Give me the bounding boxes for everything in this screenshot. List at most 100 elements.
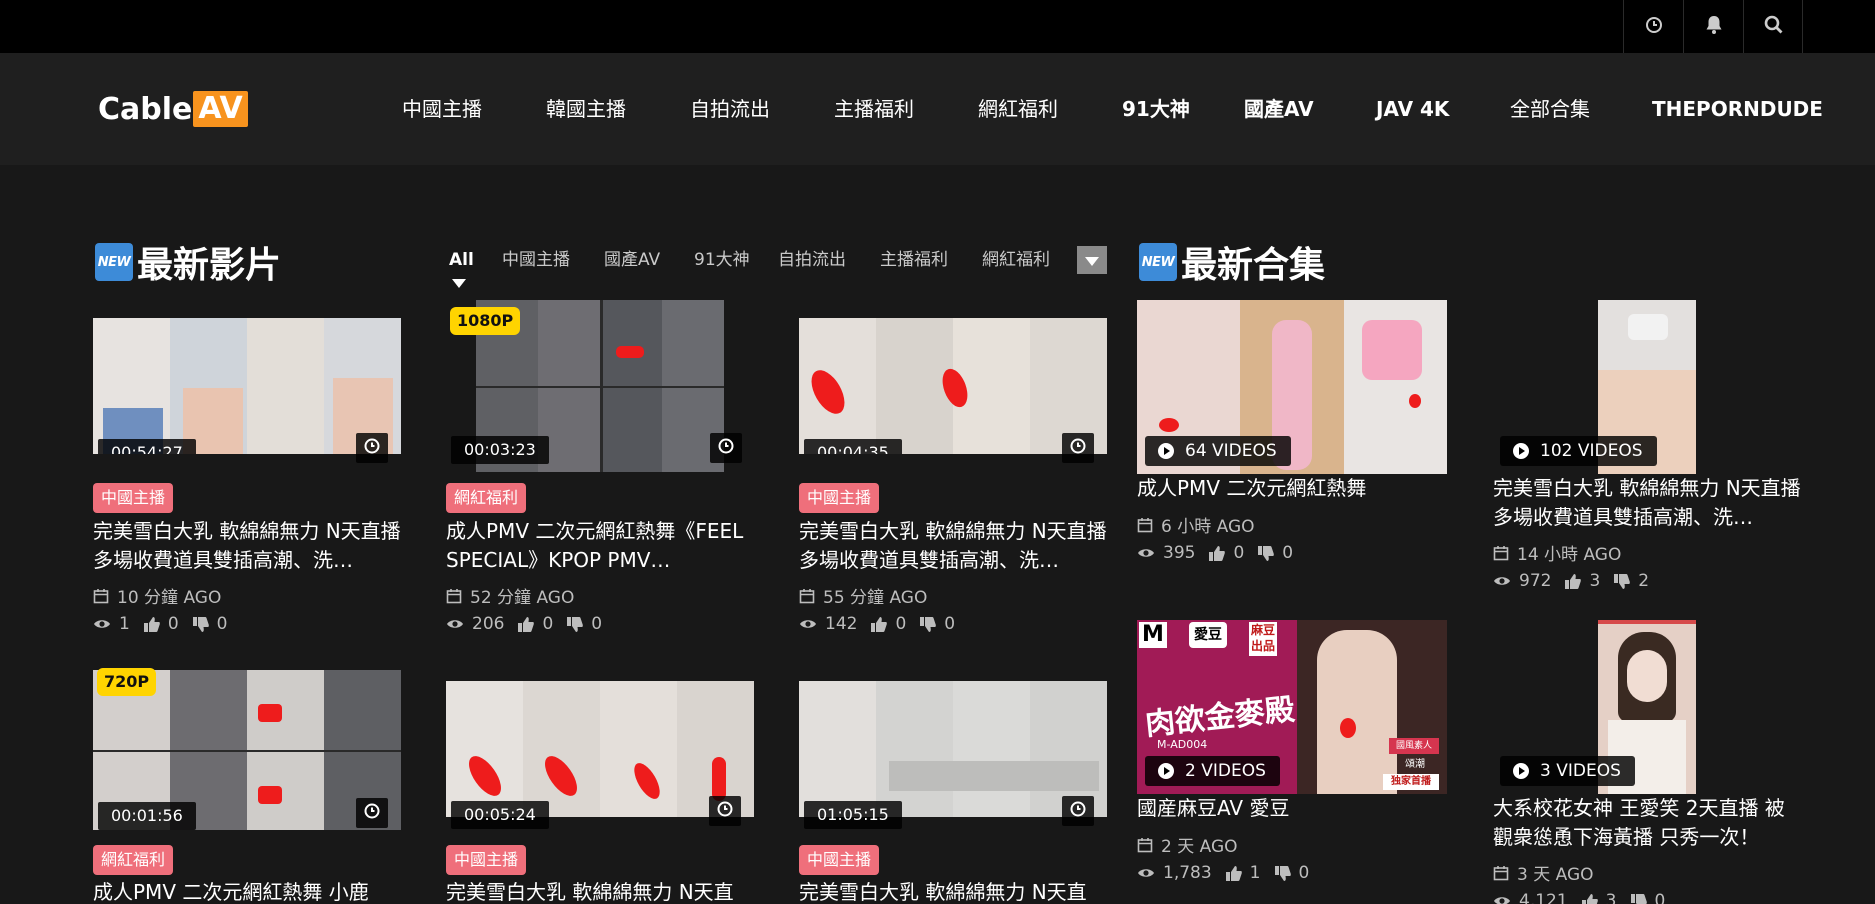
nav-item-all-collections[interactable]: 全部合集 bbox=[1510, 94, 1590, 124]
views-count: 1,783 bbox=[1163, 863, 1212, 883]
history-icon bbox=[1645, 16, 1663, 38]
video-count-badge: 102 VIDEOS bbox=[1500, 436, 1657, 466]
nav-item-influencer-welfare[interactable]: 網紅福利 bbox=[978, 94, 1058, 124]
tab-domestic-av[interactable]: 國產AV bbox=[604, 248, 660, 272]
thumbs-up-icon[interactable] bbox=[1581, 893, 1598, 904]
watch-later-button[interactable] bbox=[1062, 796, 1094, 826]
poster-logo-madou-line2: 出品 bbox=[1250, 639, 1275, 653]
thumbs-down-icon[interactable] bbox=[1614, 573, 1631, 589]
eye-icon bbox=[1493, 575, 1511, 587]
collection-card[interactable]: 102 VIDEOS 完美雪白大乳 軟綿綿無力 N天直播 多場收費道具雙插高潮、… bbox=[1493, 300, 1801, 600]
clock-icon bbox=[718, 438, 734, 458]
poster-logo-madou-line1: 麻豆 bbox=[1250, 623, 1275, 637]
category-tag[interactable]: 中國主播 bbox=[446, 845, 527, 875]
video-card[interactable]: 01:05:15 中國主播 完美雪白大乳 軟綿綿無力 N天直 bbox=[799, 681, 1107, 904]
video-card[interactable]: 1080P 00:03:23 網紅福利 成人PMV 二次元網紅熱舞《FEEL S… bbox=[446, 300, 754, 643]
thumbs-down-icon[interactable] bbox=[567, 616, 584, 632]
collection-title[interactable]: 成人PMV 二次元網紅熱舞 bbox=[1137, 474, 1445, 503]
watch-later-button[interactable] bbox=[709, 796, 741, 826]
nav-item-domestic-av[interactable]: 國產AV bbox=[1244, 94, 1314, 124]
views-count: 4,121 bbox=[1519, 891, 1568, 904]
tab-influencer-welfare[interactable]: 網紅福利 bbox=[982, 248, 1050, 272]
category-tag[interactable]: 網紅福利 bbox=[446, 483, 527, 513]
thumbs-down-icon[interactable] bbox=[1274, 865, 1291, 881]
top-bar bbox=[0, 0, 1875, 53]
video-thumbnail[interactable] bbox=[446, 681, 754, 817]
nav-item-korea-streamer[interactable]: 韓國主播 bbox=[546, 94, 626, 124]
video-title[interactable]: 成人PMV 二次元網紅熱舞《FEEL SPECIAL》KPOP PMV… bbox=[446, 517, 754, 575]
date-text: 3 天 AGO bbox=[1517, 865, 1594, 885]
nav-item-theporndude[interactable]: THEPORNDUDE bbox=[1652, 94, 1823, 124]
tab-streamer-welfare[interactable]: 主播福利 bbox=[880, 248, 948, 272]
collection-card[interactable]: 64 VIDEOS 成人PMV 二次元網紅熱舞 6 小時 AGO 395 0 0 bbox=[1137, 300, 1447, 570]
collection-card[interactable]: M 愛豆 麻豆 出品 肉欲金麥殿 M-AD004 國風素人 頌潮 独家首播 2 … bbox=[1137, 620, 1447, 904]
thumbs-down-icon[interactable] bbox=[920, 616, 937, 632]
dislikes-count: 0 bbox=[591, 614, 603, 634]
date-text: 52 分鐘 AGO bbox=[470, 588, 575, 608]
history-button[interactable] bbox=[1623, 0, 1683, 53]
video-card[interactable]: 00:04:35 中國主播 完美雪白大乳 軟綿綿無力 N天直播 多場收費道具雙插… bbox=[799, 318, 1107, 643]
watch-later-button[interactable] bbox=[1062, 433, 1094, 463]
collection-date: 2 天 AGO bbox=[1137, 832, 1238, 857]
category-tag[interactable]: 中國主播 bbox=[93, 483, 174, 513]
video-title[interactable]: 完美雪白大乳 軟綿綿無力 N天直播 多場收費道具雙插高潮、洗… bbox=[93, 517, 401, 575]
video-title[interactable]: 完美雪白大乳 軟綿綿無力 N天直 bbox=[446, 878, 754, 904]
calendar-icon bbox=[1493, 865, 1509, 881]
date-text: 6 小時 AGO bbox=[1161, 517, 1255, 537]
likes-count: 1 bbox=[1249, 863, 1261, 883]
tab-all[interactable]: All bbox=[449, 248, 474, 272]
search-button[interactable] bbox=[1743, 0, 1803, 53]
thumbs-down-icon[interactable] bbox=[1630, 893, 1647, 904]
thumbs-down-icon[interactable] bbox=[192, 616, 209, 632]
video-thumbnail[interactable] bbox=[799, 681, 1107, 817]
collection-title[interactable]: 完美雪白大乳 軟綿綿無力 N天直播 多場收費道具雙插高潮、洗… bbox=[1493, 474, 1801, 532]
video-thumbnail[interactable]: 00:54:27 bbox=[93, 318, 401, 454]
video-count-badge: 3 VIDEOS bbox=[1500, 756, 1635, 786]
video-thumbnail[interactable]: 00:04:35 bbox=[799, 318, 1107, 454]
clock-icon bbox=[1070, 438, 1086, 458]
watch-later-button[interactable] bbox=[356, 798, 388, 828]
collection-card[interactable]: 3 VIDEOS 大系校花女神 王愛笑 2天直播 被觀衆慫恿下海黃播 只秀一次！… bbox=[1493, 620, 1801, 904]
nav-item-streamer-welfare[interactable]: 主播福利 bbox=[834, 94, 914, 124]
tab-selfie-leak[interactable]: 自拍流出 bbox=[778, 248, 846, 272]
category-tag[interactable]: 中國主播 bbox=[799, 845, 880, 875]
video-card[interactable]: 00:54:27 中國主播 完美雪白大乳 軟綿綿無力 N天直播 多場收費道具雙插… bbox=[93, 318, 401, 643]
nav-item-selfie-leak[interactable]: 自拍流出 bbox=[690, 94, 770, 124]
thumbs-up-icon[interactable] bbox=[1209, 545, 1226, 561]
video-title[interactable]: 成人PMV 二次元網紅熱舞 小鹿 bbox=[93, 878, 401, 904]
thumbs-up-icon[interactable] bbox=[518, 616, 535, 632]
video-count-badge: 64 VIDEOS bbox=[1145, 436, 1291, 466]
more-tabs-dropdown[interactable] bbox=[1077, 246, 1107, 274]
nav-item-jav-4k[interactable]: JAV 4K bbox=[1376, 94, 1449, 124]
notifications-button[interactable] bbox=[1683, 0, 1743, 53]
likes-count: 0 bbox=[1233, 543, 1245, 563]
collection-date: 3 天 AGO bbox=[1493, 860, 1594, 885]
clock-icon bbox=[717, 801, 733, 821]
video-title[interactable]: 完美雪白大乳 軟綿綿無力 N天直播 多場收費道具雙插高潮、洗… bbox=[799, 517, 1107, 575]
eye-icon bbox=[446, 618, 464, 630]
watch-later-button[interactable] bbox=[710, 433, 742, 463]
thumbs-up-icon[interactable] bbox=[1565, 573, 1582, 589]
thumbs-up-icon[interactable] bbox=[143, 616, 160, 632]
thumbs-down-icon[interactable] bbox=[1258, 545, 1275, 561]
tab-china-streamer[interactable]: 中國主播 bbox=[502, 248, 570, 272]
nav-item-china-streamer[interactable]: 中國主播 bbox=[402, 94, 482, 124]
play-circle-icon bbox=[1157, 762, 1175, 780]
date-text: 2 天 AGO bbox=[1161, 837, 1238, 857]
thumbs-up-icon[interactable] bbox=[871, 616, 888, 632]
collection-title[interactable]: 大系校花女神 王愛笑 2天直播 被觀衆慫恿下海黃播 只秀一次！ bbox=[1493, 794, 1801, 852]
quality-badge: 720P bbox=[97, 668, 157, 696]
category-tag[interactable]: 網紅福利 bbox=[93, 845, 174, 875]
bell-icon bbox=[1705, 15, 1723, 39]
video-title[interactable]: 完美雪白大乳 軟綿綿無力 N天直 bbox=[799, 878, 1107, 904]
collection-title[interactable]: 國産麻豆AV 愛豆 bbox=[1137, 794, 1445, 823]
dislikes-count: 0 bbox=[944, 614, 956, 634]
video-card[interactable]: 00:05:24 中國主播 完美雪白大乳 軟綿綿無力 N天直 bbox=[446, 681, 754, 904]
video-card[interactable]: 720P 00:01:56 網紅福利 成人PMV 二次元網紅熱舞 小鹿 bbox=[93, 666, 401, 904]
nav-item-91[interactable]: 91大神 bbox=[1122, 94, 1190, 124]
tab-91[interactable]: 91大神 bbox=[694, 248, 750, 272]
thumbs-up-icon[interactable] bbox=[1225, 865, 1242, 881]
watch-later-button[interactable] bbox=[356, 433, 388, 463]
video-stats: 1 0 0 bbox=[93, 614, 227, 634]
category-tag[interactable]: 中國主播 bbox=[799, 483, 880, 513]
